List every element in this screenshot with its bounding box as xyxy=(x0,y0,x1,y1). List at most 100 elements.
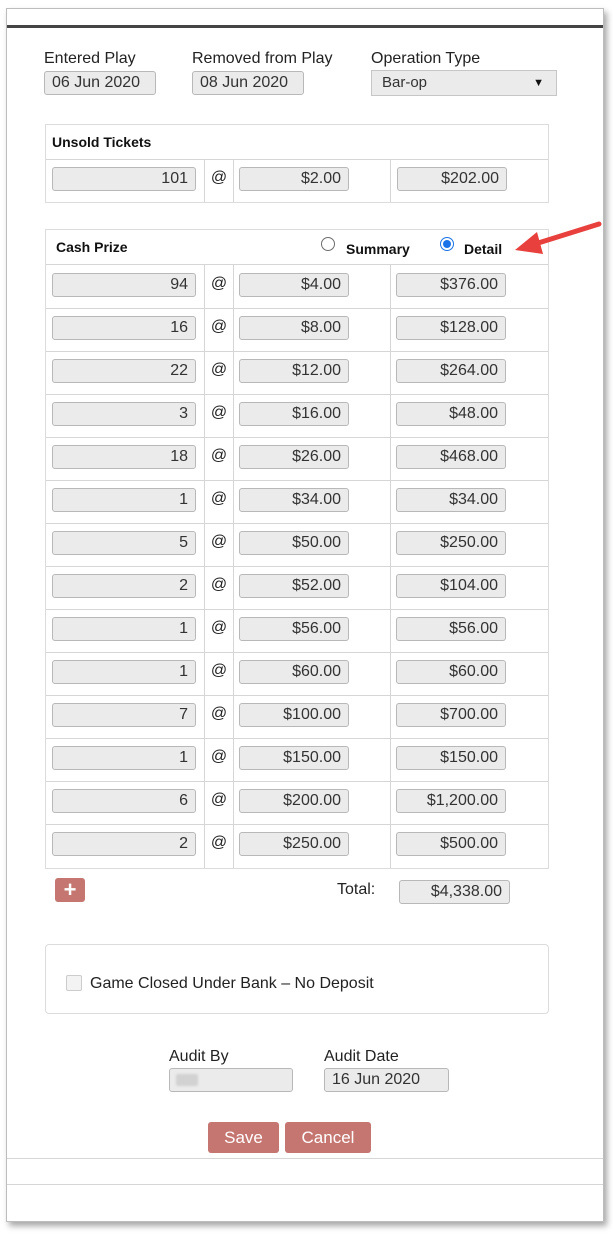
form-window: Entered Play 06 Jun 2020 Removed from Pl… xyxy=(6,8,604,1222)
prize-qty-field[interactable]: 3 xyxy=(52,402,196,426)
row-divider xyxy=(46,394,548,395)
cancel-button[interactable]: Cancel xyxy=(285,1122,371,1153)
detail-radio[interactable] xyxy=(440,237,454,251)
prize-price-field[interactable]: $26.00 xyxy=(239,445,349,469)
at-sign: @ xyxy=(210,619,228,636)
operation-type-select[interactable]: Bar-op ▼ xyxy=(371,70,557,96)
prize-price-field[interactable]: $100.00 xyxy=(239,703,349,727)
prize-qty-field[interactable]: 1 xyxy=(52,746,196,770)
cash-prize-title: Cash Prize xyxy=(56,239,128,255)
total-label: Total: xyxy=(337,881,376,898)
unsold-qty-field[interactable]: 101 xyxy=(52,167,196,191)
prize-qty-field[interactable]: 16 xyxy=(52,316,196,340)
prize-qty-field[interactable]: 2 xyxy=(52,574,196,598)
row-divider xyxy=(46,652,548,653)
row-divider xyxy=(46,695,548,696)
prize-price-field[interactable]: $56.00 xyxy=(239,617,349,641)
row-divider xyxy=(46,523,548,524)
row-divider xyxy=(46,566,548,567)
total-field[interactable]: $4,338.00 xyxy=(399,880,510,904)
summary-radio[interactable] xyxy=(321,237,335,251)
removed-from-play-label: Removed from Play xyxy=(192,50,333,67)
removed-from-play-field[interactable]: 08 Jun 2020 xyxy=(192,71,304,95)
prize-total-field[interactable]: $48.00 xyxy=(396,402,506,426)
row-divider xyxy=(46,437,548,438)
divider xyxy=(46,159,548,160)
save-button[interactable]: Save xyxy=(208,1122,279,1153)
prize-price-field[interactable]: $16.00 xyxy=(239,402,349,426)
caret-down-icon: ▼ xyxy=(533,77,544,89)
prize-price-field[interactable]: $4.00 xyxy=(239,273,349,297)
prize-qty-field[interactable]: 1 xyxy=(52,660,196,684)
callout-arrow-icon xyxy=(515,221,602,254)
audit-by-field[interactable] xyxy=(169,1068,293,1092)
at-sign: @ xyxy=(210,361,228,378)
closed-under-bank-label: Game Closed Under Bank – No Deposit xyxy=(90,975,374,992)
prize-qty-field[interactable]: 1 xyxy=(52,488,196,512)
prize-price-field[interactable]: $50.00 xyxy=(239,531,349,555)
prize-total-field[interactable]: $1,200.00 xyxy=(396,789,506,813)
entered-play-field[interactable]: 06 Jun 2020 xyxy=(44,71,156,95)
at-sign: @ xyxy=(210,490,228,507)
prize-total-field[interactable]: $700.00 xyxy=(396,703,506,727)
prize-qty-field[interactable]: 2 xyxy=(52,832,196,856)
plus-icon: + xyxy=(63,877,77,902)
prize-price-field[interactable]: $150.00 xyxy=(239,746,349,770)
row-divider xyxy=(46,351,548,352)
prize-total-field[interactable]: $60.00 xyxy=(396,660,506,684)
unsold-tickets-title: Unsold Tickets xyxy=(52,134,152,150)
footer-divider xyxy=(7,1158,603,1159)
divider xyxy=(46,264,548,265)
prize-qty-field[interactable]: 6 xyxy=(52,789,196,813)
row-divider xyxy=(46,308,548,309)
prize-price-field[interactable]: $12.00 xyxy=(239,359,349,383)
entered-play-label: Entered Play xyxy=(44,50,136,67)
row-divider xyxy=(46,609,548,610)
at-sign: @ xyxy=(210,275,228,292)
prize-total-field[interactable]: $264.00 xyxy=(396,359,506,383)
at-sign: @ xyxy=(210,576,228,593)
closed-under-bank-checkbox[interactable] xyxy=(66,975,82,991)
prize-qty-field[interactable]: 1 xyxy=(52,617,196,641)
prize-qty-field[interactable]: 5 xyxy=(52,531,196,555)
audit-date-field[interactable]: 16 Jun 2020 xyxy=(324,1068,449,1092)
prize-price-field[interactable]: $52.00 xyxy=(239,574,349,598)
cash-prize-panel: Cash Prize Summary Detail 94 @ $4.00 $376.0… xyxy=(45,229,549,869)
redacted-name xyxy=(176,1074,198,1086)
divider xyxy=(390,159,391,202)
prize-total-field[interactable]: $150.00 xyxy=(396,746,506,770)
prize-total-field[interactable]: $128.00 xyxy=(396,316,506,340)
prize-price-field[interactable]: $200.00 xyxy=(239,789,349,813)
prize-total-field[interactable]: $250.00 xyxy=(396,531,506,555)
prize-total-field[interactable]: $468.00 xyxy=(396,445,506,469)
row-divider xyxy=(46,824,548,825)
unsold-price-field[interactable]: $2.00 xyxy=(239,167,349,191)
prize-qty-field[interactable]: 94 xyxy=(52,273,196,297)
prize-price-field[interactable]: $34.00 xyxy=(239,488,349,512)
prize-total-field[interactable]: $34.00 xyxy=(396,488,506,512)
add-row-button[interactable]: + xyxy=(55,878,85,902)
prize-price-field[interactable]: $8.00 xyxy=(239,316,349,340)
audit-by-label: Audit By xyxy=(169,1048,229,1065)
at-sign: @ xyxy=(210,791,228,808)
row-divider xyxy=(46,738,548,739)
prize-total-field[interactable]: $56.00 xyxy=(396,617,506,641)
prize-total-field[interactable]: $500.00 xyxy=(396,832,506,856)
at-sign: @ xyxy=(210,404,228,421)
at-sign: @ xyxy=(210,318,228,335)
prize-qty-field[interactable]: 18 xyxy=(52,445,196,469)
prize-qty-field[interactable]: 22 xyxy=(52,359,196,383)
prize-price-field[interactable]: $250.00 xyxy=(239,832,349,856)
audit-date-label: Audit Date xyxy=(324,1048,399,1065)
prize-qty-field[interactable]: 7 xyxy=(52,703,196,727)
at-sign: @ xyxy=(210,662,228,679)
at-sign: @ xyxy=(210,705,228,722)
unsold-tickets-panel: Unsold Tickets 101 @ $2.00 $202.00 xyxy=(45,124,549,203)
unsold-total-field[interactable]: $202.00 xyxy=(397,167,507,191)
prize-price-field[interactable]: $60.00 xyxy=(239,660,349,684)
row-divider xyxy=(46,480,548,481)
prize-total-field[interactable]: $376.00 xyxy=(396,273,506,297)
summary-radio-label: Summary xyxy=(346,241,410,257)
prize-total-field[interactable]: $104.00 xyxy=(396,574,506,598)
at-sign: @ xyxy=(210,169,228,186)
